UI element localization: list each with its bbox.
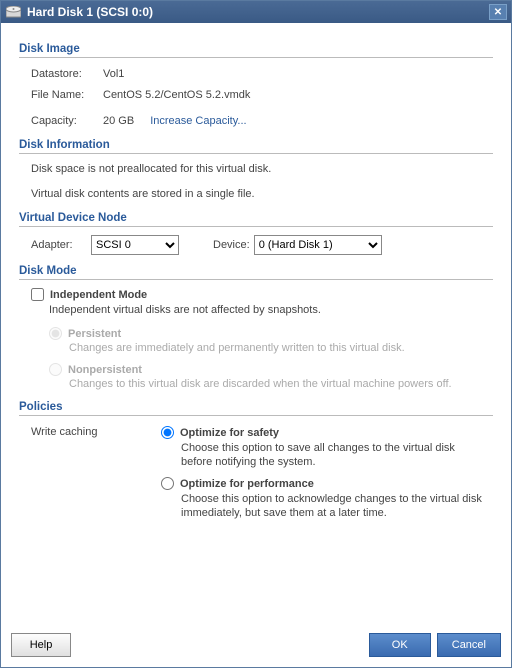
disk-information-heading: Disk Information <box>19 139 493 151</box>
device-select[interactable]: 0 (Hard Disk 1) <box>254 235 382 255</box>
disk-image-heading: Disk Image <box>19 43 493 55</box>
persistent-radio <box>49 327 62 340</box>
optimize-safety-desc: Choose this option to save all changes t… <box>181 441 489 469</box>
divider <box>19 226 493 227</box>
divider <box>19 415 493 416</box>
cancel-button[interactable]: Cancel <box>437 633 501 657</box>
independent-mode-checkbox[interactable] <box>31 288 44 301</box>
persistent-label: Persistent <box>68 328 121 340</box>
divider <box>19 153 493 154</box>
filename-value: CentOS 5.2/CentOS 5.2.vmdk <box>103 87 250 103</box>
nonpersistent-radio <box>49 363 62 376</box>
persistent-desc: Changes are immediately and permanently … <box>69 341 493 355</box>
nonpersistent-label: Nonpersistent <box>68 364 142 376</box>
disk-info-line2: Virtual disk contents are stored in a si… <box>31 187 493 202</box>
close-icon: ✕ <box>494 7 502 18</box>
datastore-label: Datastore: <box>31 66 103 82</box>
device-label: Device: <box>213 237 250 253</box>
dialog-content: Disk Image Datastore: Vol1 File Name: Ce… <box>1 23 511 627</box>
nonpersistent-desc: Changes to this virtual disk are discard… <box>69 377 493 391</box>
optimize-performance-radio[interactable] <box>161 477 174 490</box>
optimize-performance-desc: Choose this option to acknowledge change… <box>181 492 489 520</box>
independent-mode-desc: Independent virtual disks are not affect… <box>49 303 493 317</box>
virtual-device-node-heading: Virtual Device Node <box>19 212 493 224</box>
ok-button[interactable]: OK <box>369 633 431 657</box>
titlebar: Hard Disk 1 (SCSI 0:0) ✕ <box>1 1 511 23</box>
datastore-value: Vol1 <box>103 66 124 82</box>
optimize-performance-label: Optimize for performance <box>180 478 314 490</box>
button-bar: Help OK Cancel <box>1 627 511 667</box>
write-caching-label: Write caching <box>31 426 97 438</box>
divider <box>19 279 493 280</box>
help-button[interactable]: Help <box>11 633 71 657</box>
disk-mode-heading: Disk Mode <box>19 265 493 277</box>
adapter-label: Adapter: <box>31 237 87 253</box>
filename-label: File Name: <box>31 87 103 103</box>
optimize-safety-label: Optimize for safety <box>180 427 279 439</box>
divider <box>19 57 493 58</box>
adapter-select[interactable]: SCSI 0 <box>91 235 179 255</box>
optimize-safety-radio[interactable] <box>161 426 174 439</box>
dialog-window: Hard Disk 1 (SCSI 0:0) ✕ Disk Image Data… <box>0 0 512 668</box>
increase-capacity-link[interactable]: Increase Capacity... <box>150 113 246 129</box>
close-button[interactable]: ✕ <box>489 4 507 20</box>
independent-mode-label: Independent Mode <box>50 289 147 301</box>
policies-heading: Policies <box>19 401 493 413</box>
capacity-label: Capacity: <box>31 113 103 129</box>
disk-info-line1: Disk space is not preallocated for this … <box>31 162 493 177</box>
hard-disk-icon <box>5 5 21 19</box>
capacity-value: 20 GB <box>103 113 134 129</box>
window-title: Hard Disk 1 (SCSI 0:0) <box>27 5 153 19</box>
